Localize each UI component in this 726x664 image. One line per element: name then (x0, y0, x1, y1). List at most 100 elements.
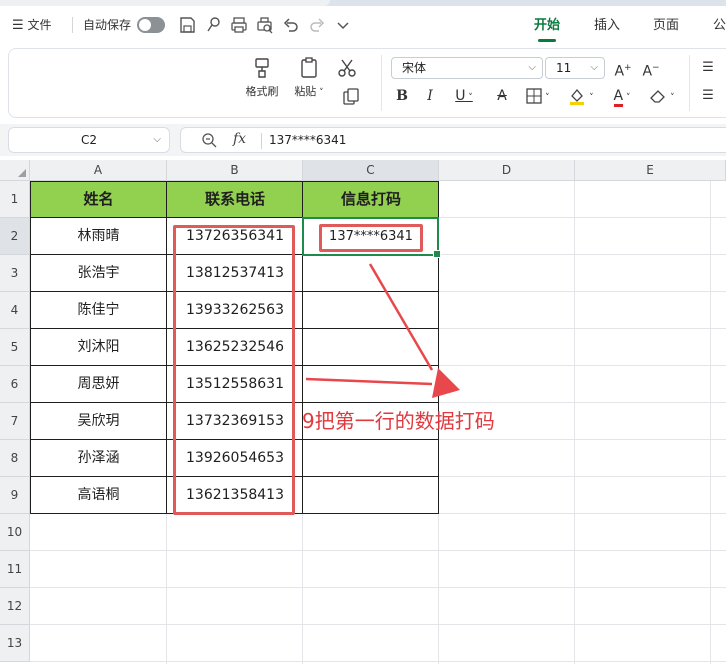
gridline (30, 624, 726, 625)
strikethrough-icon[interactable]: A (493, 85, 511, 107)
column-header-c[interactable]: C (303, 160, 439, 181)
redo-icon[interactable] (307, 15, 327, 35)
row-header-6[interactable]: 6 (0, 366, 30, 403)
masked-cell[interactable] (303, 366, 439, 403)
ribbon-divider (381, 55, 382, 111)
italic-icon[interactable]: I (421, 85, 439, 107)
bold-icon[interactable]: B (393, 85, 411, 107)
formula-bar: C2 ⌵ fx 137****6341 (0, 124, 726, 156)
paste-label: 粘贴 ˅ (294, 85, 324, 98)
header-cell-phone[interactable]: 联系电话 (167, 181, 303, 218)
cut-button[interactable] (335, 57, 359, 79)
row-header-11[interactable]: 11 (0, 551, 30, 588)
column-header-d[interactable]: D (439, 160, 575, 181)
underline-icon[interactable]: U ˅ (449, 85, 479, 107)
formula-value: 137****6341 (269, 133, 347, 147)
file-menu[interactable]: ☰ 文件 (12, 14, 52, 36)
zoom-icon[interactable] (201, 132, 217, 152)
tab-formula[interactable]: 公 (713, 14, 726, 40)
undo-icon[interactable] (281, 15, 301, 35)
column-header-b[interactable]: B (167, 160, 303, 181)
copy-button[interactable] (337, 87, 367, 107)
ribbon-divider (689, 55, 690, 111)
column-header-a[interactable]: A (30, 160, 167, 181)
gridline (30, 661, 726, 662)
header-cell-name[interactable]: 姓名 (30, 181, 167, 218)
header-cell-masked[interactable]: 信息打码 (303, 181, 439, 218)
share-link-icon[interactable] (203, 15, 223, 35)
name-cell[interactable]: 刘沐阳 (30, 329, 167, 366)
gridline (30, 550, 726, 551)
name-cell[interactable]: 吴欣玥 (30, 403, 167, 440)
table-border (30, 181, 439, 182)
column-header-e[interactable]: E (575, 160, 726, 181)
paste-button[interactable]: 粘贴 ˅ (289, 57, 329, 99)
row-header-9[interactable]: 9 (0, 477, 30, 514)
autosave-toggle[interactable] (137, 17, 165, 33)
scissors-icon (338, 59, 356, 77)
name-box-value: C2 (80, 133, 97, 147)
eraser-icon[interactable]: ˅ (645, 85, 679, 107)
spreadsheet-grid: A B C D E 1 2 3 4 5 6 7 8 9 10 11 12 13 … (0, 160, 726, 664)
chevron-down-icon[interactable] (333, 15, 353, 35)
select-all-corner[interactable] (0, 160, 30, 181)
print-icon[interactable] (229, 15, 249, 35)
row-header-3[interactable]: 3 (0, 255, 30, 292)
format-painter-label: 格式刷 (245, 85, 279, 98)
chevron-down-icon: ⌵ (528, 62, 536, 73)
row-header-13[interactable]: 13 (0, 625, 30, 662)
border-icon[interactable]: ˅ (521, 85, 555, 107)
title-bar: ☰ 文件 自动保存 开始 插入 页面 公 (0, 0, 726, 48)
tab-insert[interactable]: 插入 (594, 14, 620, 40)
masked-cell[interactable] (303, 255, 439, 292)
masked-cell-highlight (319, 224, 423, 252)
phone-column-highlight (173, 225, 295, 515)
hamburger-icon: ☰ (12, 18, 24, 33)
tab-home[interactable]: 开始 (534, 14, 560, 42)
row-header-12[interactable]: 12 (0, 588, 30, 625)
increase-font-icon[interactable]: A+ (613, 57, 633, 80)
window-tab-strip (0, 0, 726, 6)
align-top-icon[interactable]: ☰ (699, 57, 717, 79)
fill-color-icon[interactable]: ˅ (563, 85, 599, 107)
chevron-down-icon: ⌵ (590, 62, 598, 73)
font-name-select[interactable]: 宋体 ⌵ (391, 57, 543, 79)
row-header-4[interactable]: 4 (0, 292, 30, 329)
tab-page[interactable]: 页面 (653, 14, 679, 40)
name-cell[interactable]: 陈佳宁 (30, 292, 167, 329)
row-header-5[interactable]: 5 (0, 329, 30, 366)
decrease-font-icon[interactable]: A− (641, 57, 661, 80)
font-size-select[interactable]: 11 ⌵ (545, 57, 605, 79)
name-cell[interactable]: 高语桐 (30, 477, 167, 514)
name-cell[interactable]: 孙泽涵 (30, 440, 167, 477)
brush-icon (255, 58, 269, 78)
font-name-value: 宋体 (402, 61, 427, 75)
masked-cell[interactable] (303, 329, 439, 366)
active-window-tab[interactable] (0, 0, 330, 6)
row-header-2[interactable]: 2 (0, 218, 30, 255)
masked-cell[interactable] (303, 477, 439, 514)
menu-divider (72, 17, 73, 33)
print-preview-icon[interactable] (255, 15, 275, 35)
row-header-1[interactable]: 1 (0, 181, 30, 218)
file-menu-label: 文件 (27, 18, 52, 32)
table-border (166, 181, 167, 514)
masked-cell[interactable] (303, 440, 439, 477)
name-cell[interactable]: 周思妍 (30, 366, 167, 403)
row-header-7[interactable]: 7 (0, 403, 30, 440)
formula-input[interactable]: fx 137****6341 (180, 127, 726, 153)
row-header-8[interactable]: 8 (0, 440, 30, 477)
row-header-10[interactable]: 10 (0, 514, 30, 551)
formula-divider (261, 133, 262, 149)
save-icon[interactable] (177, 15, 197, 35)
name-box[interactable]: C2 ⌵ (8, 127, 170, 153)
table-border (30, 181, 31, 514)
align-left-icon[interactable]: ☰ (699, 85, 717, 107)
masked-cell[interactable] (303, 292, 439, 329)
fx-icon[interactable]: fx (233, 131, 246, 147)
font-color-icon[interactable]: A ˅ (605, 85, 639, 107)
name-cell[interactable]: 林雨晴 (30, 218, 167, 255)
name-cell[interactable]: 张浩宇 (30, 255, 167, 292)
copy-icon (343, 88, 359, 105)
format-painter-button[interactable]: 格式刷 (241, 57, 283, 99)
